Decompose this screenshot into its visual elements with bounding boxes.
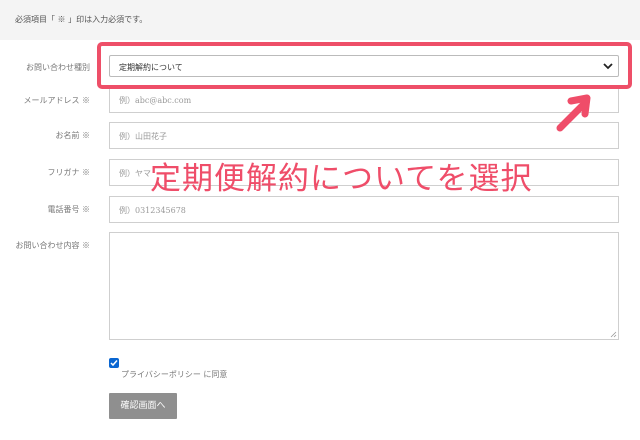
phone-label: 電話番号 ※ bbox=[47, 205, 90, 214]
phone-placeholder: 例）0312345678 bbox=[119, 206, 186, 215]
select-highlight-frame bbox=[97, 42, 632, 89]
required-notice-bar: 必須項目「 ※ 」印は入力必須です。 bbox=[0, 0, 640, 40]
annotation-text: 定期便解約についてを選択 bbox=[150, 161, 533, 197]
inquiry-type-label: お問い合わせ種別 bbox=[26, 63, 90, 72]
arrow-up-right-icon bbox=[556, 94, 591, 132]
furigana-placeholder: 例）ヤマ bbox=[119, 169, 151, 178]
name-label: お名前 ※ bbox=[55, 131, 90, 140]
furigana-label: フリガナ ※ bbox=[47, 168, 90, 177]
email-placeholder: 例）abc@abc.com bbox=[119, 96, 192, 105]
privacy-checkbox[interactable] bbox=[109, 358, 119, 368]
email-label: メールアドレス ※ bbox=[23, 96, 90, 105]
message-label: お問い合わせ内容 ※ bbox=[15, 241, 90, 250]
email-field[interactable]: 例）abc@abc.com bbox=[109, 86, 619, 113]
check-icon bbox=[110, 360, 118, 367]
message-textarea[interactable] bbox=[109, 232, 619, 340]
required-notice-text: 必須項目「 ※ 」印は入力必須です。 bbox=[15, 15, 148, 24]
name-field[interactable]: 例）山田花子 bbox=[109, 122, 619, 149]
phone-field[interactable]: 例）0312345678 bbox=[109, 196, 619, 223]
privacy-consent-label: プライバシーポリシー に同意 bbox=[121, 370, 228, 379]
resize-grip-icon[interactable] bbox=[610, 331, 617, 338]
confirm-button[interactable]: 確認画面へ bbox=[109, 393, 177, 419]
name-placeholder: 例）山田花子 bbox=[119, 132, 167, 141]
